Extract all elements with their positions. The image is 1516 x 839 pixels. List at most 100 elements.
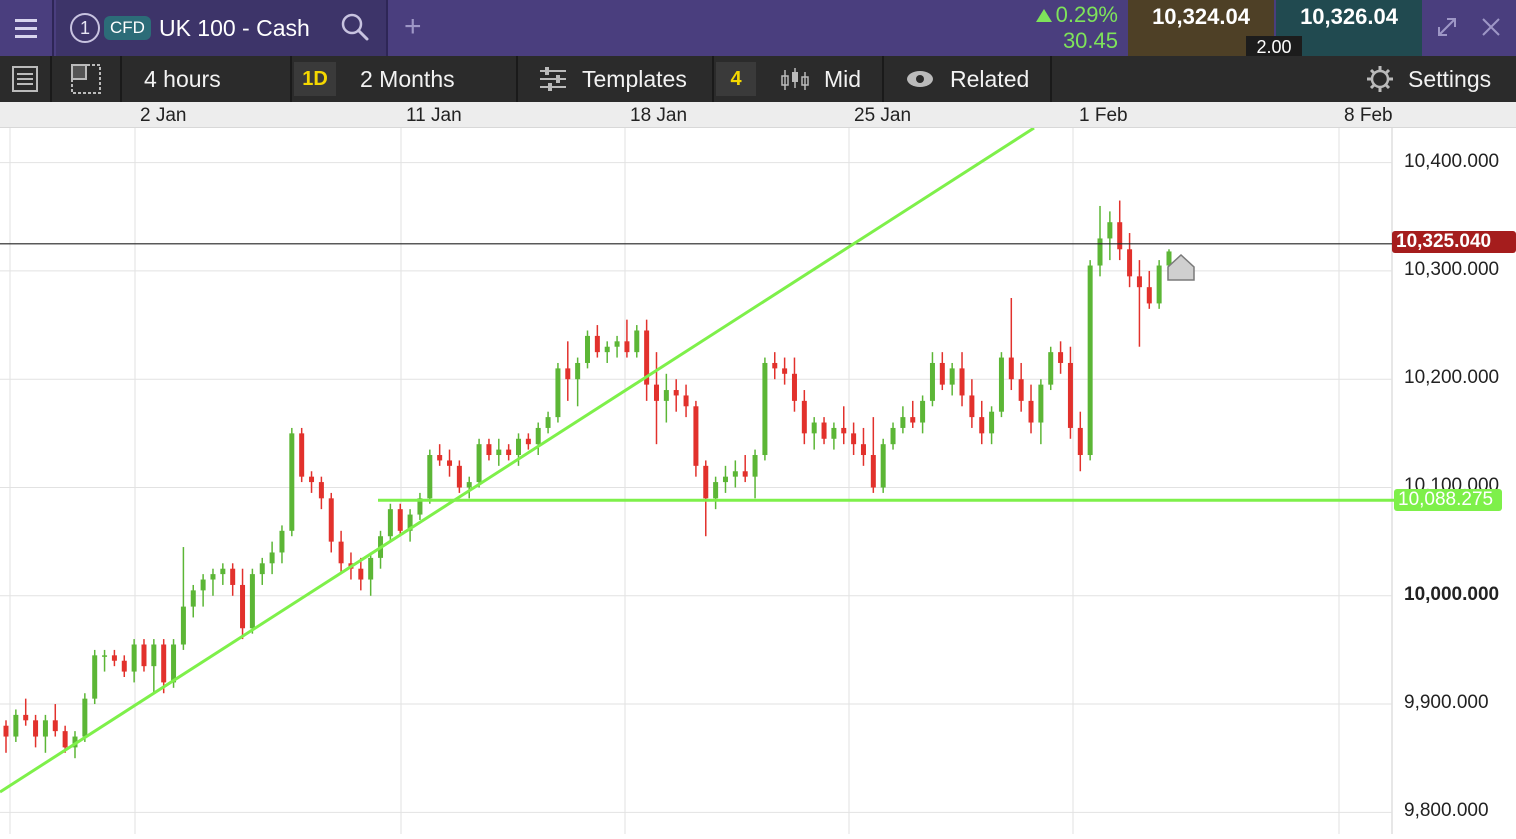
candle-body (190, 590, 196, 607)
change-points: 30.45 (1062, 28, 1118, 53)
candle-body (742, 471, 748, 477)
candle-body (791, 373, 797, 401)
candle-body (397, 509, 403, 531)
candle-body (220, 568, 226, 575)
candle-body (1067, 362, 1073, 428)
candle (338, 530, 344, 575)
candle (880, 438, 886, 493)
candle (555, 362, 561, 423)
candle (368, 552, 374, 596)
candle-body (161, 644, 167, 683)
candle-body (979, 417, 985, 434)
candle-body (240, 584, 246, 629)
support-price-tag[interactable]: 10,088.275 (1394, 489, 1502, 512)
candle (604, 341, 610, 363)
change-percent: 0.29% (1055, 2, 1118, 27)
candle (121, 655, 127, 677)
up-arrow-icon (1035, 8, 1052, 22)
candle (762, 357, 768, 461)
interval-badge[interactable]: 1D (294, 62, 336, 96)
candle-body (565, 368, 571, 380)
candle-body (1097, 238, 1103, 266)
candle (437, 444, 443, 466)
home-icon[interactable] (1167, 253, 1195, 281)
templates-count-badge[interactable]: 4 (716, 62, 756, 96)
chart-canvas[interactable] (0, 126, 1516, 834)
candle-body (476, 444, 482, 483)
candle-body (801, 400, 807, 434)
candle (42, 714, 48, 753)
candle (634, 325, 640, 358)
candle (200, 574, 206, 607)
sliders-icon (540, 67, 566, 91)
candle-body (437, 455, 443, 461)
candle (752, 449, 758, 499)
gear-icon (1367, 66, 1393, 92)
search-icon[interactable] (340, 12, 370, 42)
candle (1058, 341, 1064, 374)
candle (614, 335, 620, 358)
candle-body (52, 720, 58, 732)
candle (1018, 362, 1024, 412)
candle (417, 492, 423, 520)
candle-body (713, 482, 719, 499)
candle-body (358, 568, 364, 580)
candle-body (496, 449, 502, 456)
range-selector[interactable]: 2 Months (338, 56, 518, 102)
menu-icon[interactable] (0, 0, 54, 56)
candle (102, 649, 108, 672)
y-tick-label: 10,400.000 (1404, 150, 1500, 172)
templates-button[interactable]: Templates (518, 56, 714, 102)
list-icon-graphic (12, 66, 38, 92)
candle (841, 406, 847, 445)
candle-body (939, 362, 945, 385)
candle-body (525, 438, 531, 445)
candle-body (555, 368, 561, 418)
candle-body (594, 335, 600, 353)
trend-line[interactable] (0, 126, 1035, 794)
close-icon[interactable] (1478, 14, 1504, 40)
price-type-button[interactable]: Mid (758, 56, 884, 102)
candle-body (722, 476, 728, 483)
candle-body (1048, 352, 1054, 385)
candle (535, 422, 541, 456)
candle-body (269, 552, 275, 564)
candle-body (299, 433, 305, 477)
plus-icon[interactable]: + (404, 10, 422, 44)
interval-selector[interactable]: 4 hours (122, 56, 292, 102)
workspace-number[interactable]: 1 (70, 13, 100, 43)
candle (486, 438, 492, 461)
settings-button[interactable]: Settings (1360, 56, 1516, 102)
instrument-name[interactable]: UK 100 - Cash (159, 15, 310, 42)
candle (949, 362, 955, 396)
grid (0, 128, 1393, 834)
candle-body (1058, 352, 1064, 363)
candle-body (1117, 222, 1123, 250)
instrument-selector[interactable]: 1 CFD UK 100 - Cash (56, 0, 388, 56)
menu-line (15, 34, 37, 38)
y-tick-label: 9,800.000 (1404, 800, 1489, 822)
chart-toolbar: 4 hours 1D 2 Months Templates 4 Mid Rela… (0, 56, 1516, 102)
candle (525, 433, 531, 450)
candle-body (673, 390, 679, 396)
list-icon[interactable] (0, 56, 52, 102)
candle-body (998, 357, 1004, 412)
expand-icon[interactable] (1434, 14, 1460, 40)
candle (870, 417, 876, 493)
candle-body (732, 471, 738, 477)
candle (299, 427, 305, 483)
candle-body (1136, 276, 1142, 288)
candle-body (1028, 400, 1034, 423)
related-label: Related (950, 65, 1030, 92)
layout-icon-graphic (71, 64, 101, 94)
candle (407, 509, 413, 542)
candle (111, 649, 117, 667)
candle (811, 417, 817, 450)
candle (506, 444, 512, 461)
candle-body (1077, 427, 1083, 456)
candle-body (23, 714, 29, 721)
price-chart[interactable]: 10,400.000 10,300.000 10,200.000 10,100.000… (0, 126, 1516, 834)
layout-icon[interactable] (52, 56, 122, 102)
candle-body (1018, 379, 1024, 401)
related-button[interactable]: Related (884, 56, 1052, 102)
